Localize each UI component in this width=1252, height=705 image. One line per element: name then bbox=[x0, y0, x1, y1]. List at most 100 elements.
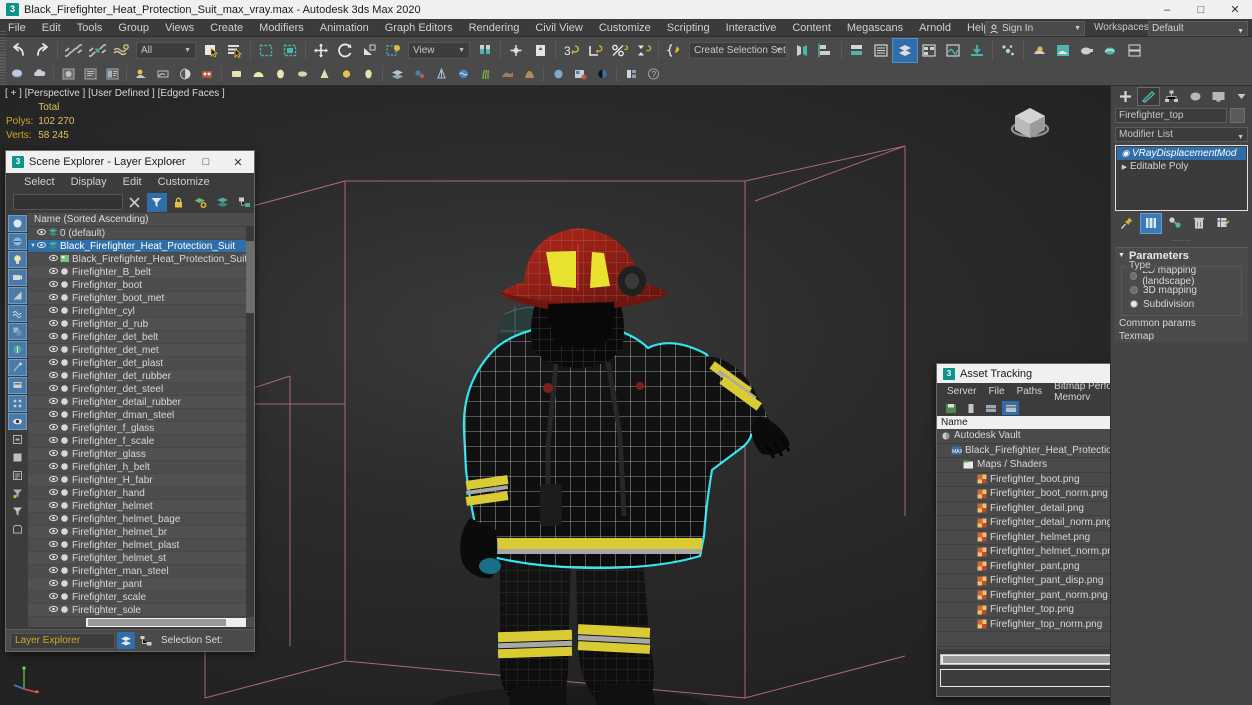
visibility-toggle-icon[interactable] bbox=[48, 267, 59, 277]
visibility-toggle-icon[interactable] bbox=[48, 449, 59, 459]
layer-row[interactable]: 0 (default) bbox=[28, 227, 254, 240]
clear-search-icon[interactable] bbox=[125, 193, 145, 212]
select-and-place-icon[interactable] bbox=[381, 39, 405, 62]
layer-row[interactable]: Firefighter_hand bbox=[28, 487, 254, 500]
minimize-button[interactable]: – bbox=[1150, 0, 1184, 19]
menu-customize[interactable]: Customize bbox=[591, 19, 659, 37]
chevron-down-icon[interactable]: ▼ bbox=[458, 47, 465, 54]
sign-in-button[interactable]: Sign In ▼ bbox=[985, 21, 1085, 36]
layer-row[interactable]: Firefighter_scale bbox=[28, 591, 254, 604]
selection-filter-combo[interactable]: All ▼ bbox=[136, 42, 196, 59]
redo-icon[interactable] bbox=[30, 39, 54, 62]
visibility-toggle-icon[interactable] bbox=[48, 345, 59, 355]
layer-row[interactable]: Firefighter_d_rub bbox=[28, 318, 254, 331]
chevron-down-icon[interactable]: ▼ bbox=[184, 47, 191, 54]
asset-tracking-icon[interactable] bbox=[569, 63, 591, 85]
scene-explorer-maximize[interactable]: □ bbox=[190, 151, 222, 173]
object-color-swatch[interactable] bbox=[1230, 108, 1245, 123]
scrollbar-thumb[interactable] bbox=[246, 241, 254, 313]
visibility-toggle-icon[interactable] bbox=[48, 475, 59, 485]
close-button[interactable]: ✕ bbox=[1218, 0, 1252, 19]
edit-named-selection-sets-icon[interactable] bbox=[662, 39, 686, 62]
panel-resize-handle[interactable]: ⋯⋯ bbox=[1111, 235, 1252, 245]
helpers-icon[interactable] bbox=[7, 287, 27, 304]
light-point-icon[interactable] bbox=[335, 63, 357, 85]
radio-button-icon[interactable] bbox=[1130, 272, 1138, 280]
layer-row[interactable]: Firefighter_det_plast bbox=[28, 357, 254, 370]
visibility-toggle-icon[interactable] bbox=[48, 319, 59, 329]
utilities-tab[interactable] bbox=[1231, 88, 1252, 105]
lock-icon[interactable] bbox=[169, 193, 189, 212]
light-disc-icon[interactable] bbox=[291, 63, 313, 85]
select-object-icon[interactable] bbox=[199, 39, 223, 62]
rectangular-selection-region-icon[interactable] bbox=[254, 39, 278, 62]
visibility-toggle-icon[interactable] bbox=[48, 605, 59, 615]
expander-icon[interactable]: ▼ bbox=[28, 243, 36, 249]
at-menu-file[interactable]: File bbox=[982, 386, 1010, 397]
visibility-toggle-icon[interactable] bbox=[36, 241, 47, 251]
modifier-stack[interactable]: ◉ VRayDisplacementMod ▶ Editable Poly bbox=[1115, 145, 1248, 211]
named-selection-set-combo[interactable]: Create Selection Set ▼ bbox=[689, 42, 787, 59]
scene-explorer-close[interactable]: ✕ bbox=[222, 151, 254, 173]
schematic-view-icon[interactable] bbox=[941, 39, 965, 62]
visibility-toggle-icon[interactable] bbox=[36, 228, 47, 238]
visibility-toggle-icon[interactable] bbox=[48, 410, 59, 420]
make-unique-icon[interactable] bbox=[1165, 214, 1185, 233]
layer-row[interactable]: Firefighter_det_rubber bbox=[28, 370, 254, 383]
menu-arnold[interactable]: Arnold bbox=[911, 19, 959, 37]
container-icon[interactable] bbox=[8, 521, 27, 538]
visibility-icon[interactable] bbox=[7, 413, 27, 430]
mirror-icon[interactable] bbox=[790, 39, 814, 62]
layer-row[interactable]: Firefighter_helmet bbox=[28, 500, 254, 513]
visibility-toggle-icon[interactable] bbox=[48, 254, 59, 264]
select-and-manipulate-icon[interactable] bbox=[504, 39, 528, 62]
motion-tab[interactable] bbox=[1185, 88, 1206, 105]
menu-animation[interactable]: Animation bbox=[312, 19, 377, 37]
nested-layers-icon[interactable] bbox=[234, 193, 254, 212]
se-menu-customize[interactable]: Customize bbox=[150, 176, 218, 188]
cloud-icon[interactable] bbox=[28, 63, 50, 85]
menu-civil-view[interactable]: Civil View bbox=[527, 19, 590, 37]
modifier-stack-item-editable-poly[interactable]: ▶ Editable Poly bbox=[1117, 160, 1246, 173]
visibility-toggle-icon[interactable] bbox=[48, 306, 59, 316]
menu-group[interactable]: Group bbox=[110, 19, 157, 37]
material-slate-icon[interactable] bbox=[79, 63, 101, 85]
layer-row[interactable]: Firefighter_B_belt bbox=[28, 266, 254, 279]
rendered-frame-window-icon[interactable] bbox=[1051, 39, 1075, 62]
render-iterative-icon[interactable] bbox=[1099, 39, 1123, 62]
view-cube-icon[interactable] bbox=[1005, 100, 1055, 144]
render-to-texture-icon[interactable] bbox=[196, 63, 218, 85]
light-dome-icon[interactable] bbox=[247, 63, 269, 85]
visibility-toggle-icon[interactable] bbox=[48, 501, 59, 511]
snaps-toggle-icon[interactable]: 3 bbox=[559, 39, 583, 62]
layer-row[interactable]: Firefighter_pant bbox=[28, 578, 254, 591]
scene-explorer-minimize[interactable]: – bbox=[158, 151, 190, 173]
select-and-link-icon[interactable] bbox=[61, 39, 85, 62]
align-icon[interactable] bbox=[814, 39, 838, 62]
modifier-stack-item-vraydisplacement[interactable]: ◉ VRayDisplacementMod bbox=[1117, 147, 1246, 160]
manage-layers-icon[interactable] bbox=[892, 38, 918, 63]
visibility-toggle-icon[interactable] bbox=[48, 592, 59, 602]
hair-and-fur-icon[interactable] bbox=[474, 63, 496, 85]
bind-to-spacewarp-icon[interactable] bbox=[109, 39, 133, 62]
chevron-down-icon[interactable]: ▼ bbox=[775, 47, 782, 54]
visibility-toggle-icon[interactable] bbox=[48, 384, 59, 394]
spinner-snap-toggle-icon[interactable] bbox=[631, 39, 655, 62]
reference-coord-system-combo[interactable]: View ▼ bbox=[408, 42, 470, 59]
help-icon[interactable]: ? bbox=[642, 63, 664, 85]
layer-explorer-icon[interactable] bbox=[845, 39, 869, 62]
menu-megascans[interactable]: Megascans bbox=[839, 19, 911, 37]
cameras-icon[interactable] bbox=[7, 269, 27, 286]
scrollbar-thumb-h[interactable] bbox=[88, 619, 226, 626]
environment-effects-icon[interactable] bbox=[152, 63, 174, 85]
visibility-toggle-icon[interactable] bbox=[48, 488, 59, 498]
add-layer-icon[interactable] bbox=[190, 193, 210, 212]
menu-modifiers[interactable]: Modifiers bbox=[251, 19, 312, 37]
scene-converter-icon[interactable] bbox=[6, 63, 28, 85]
layers-icon[interactable] bbox=[212, 193, 232, 212]
fur-icon[interactable] bbox=[518, 63, 540, 85]
chevron-down-icon[interactable]: ▼ bbox=[1074, 25, 1081, 32]
layer-row[interactable]: Firefighter_det_met bbox=[28, 344, 254, 357]
radio-2d-mapping[interactable]: 2D mapping (landscape) bbox=[1126, 265, 1237, 287]
visibility-toggle-icon[interactable] bbox=[48, 293, 59, 303]
